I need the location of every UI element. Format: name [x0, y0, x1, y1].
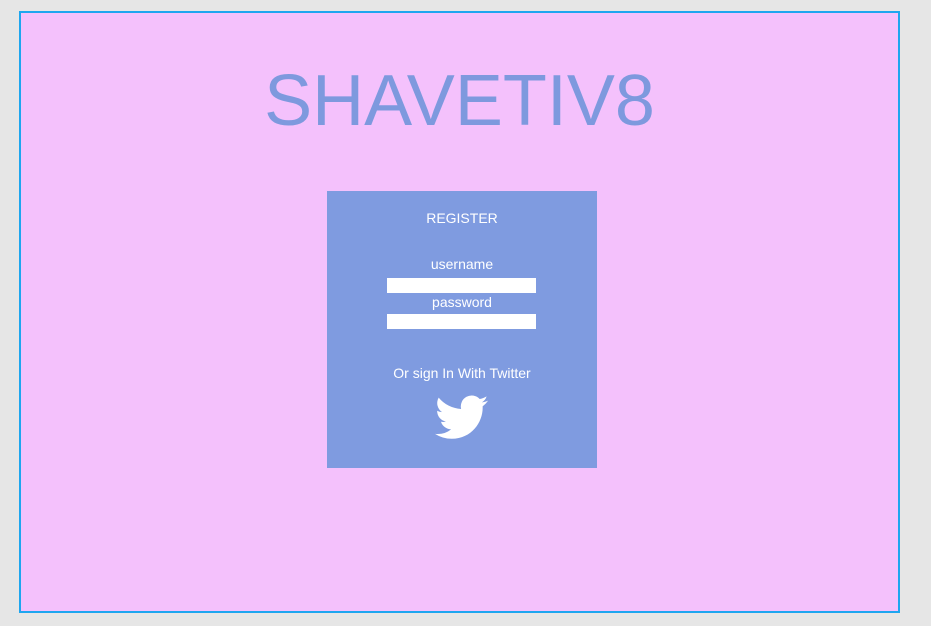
twitter-signin-text: Or sign In With Twitter: [393, 365, 531, 381]
twitter-signin-button[interactable]: [435, 395, 489, 441]
app-frame: SHAVETIV8 REGISTER username password Or …: [19, 11, 900, 613]
password-label: password: [432, 294, 492, 310]
twitter-bird-icon: [435, 395, 489, 439]
register-card: REGISTER username password Or sign In Wi…: [327, 191, 597, 468]
username-input[interactable]: [387, 278, 536, 293]
register-title: REGISTER: [426, 210, 498, 226]
password-input[interactable]: [387, 314, 536, 329]
username-label: username: [430, 256, 494, 272]
app-title: SHAVETIV8: [264, 61, 655, 141]
